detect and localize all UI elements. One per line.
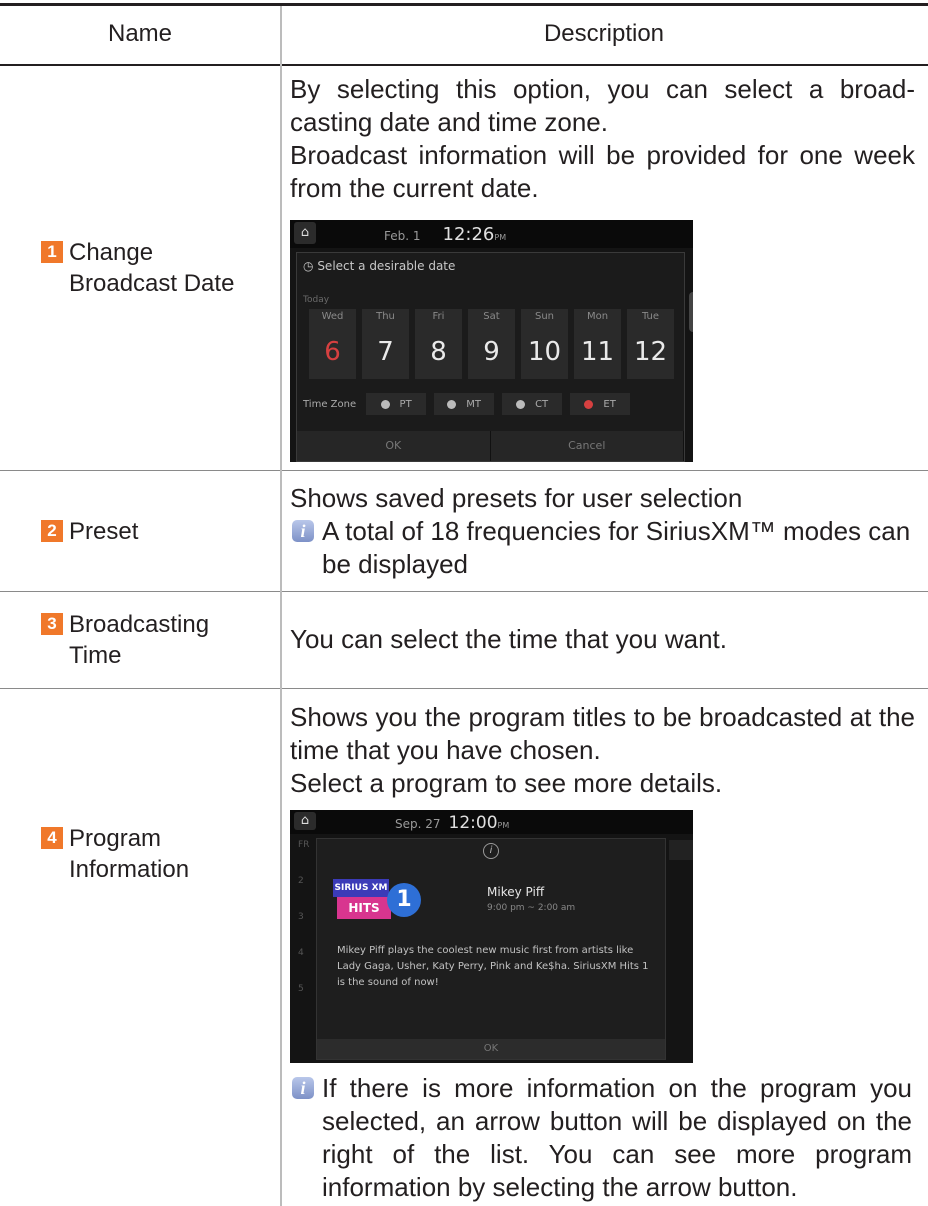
- date-dialog: ◷ Select a desirable date Today Wed 6 Thu…: [296, 252, 685, 462]
- row-4-description: Shows you the program titles to be broad…: [290, 701, 915, 800]
- table-top-rule: [0, 3, 928, 6]
- day-option-sat[interactable]: Sat 9: [468, 309, 515, 379]
- row-2-name-line-1: Preset: [69, 517, 139, 545]
- header-description: Description: [543, 20, 665, 47]
- row-2-paragraph-1: Shows saved presets for user selection: [290, 483, 743, 513]
- program-time: 9:00 pm ~ 2:00 am: [487, 903, 576, 913]
- home-icon[interactable]: ⌂: [294, 222, 316, 244]
- scrollbar[interactable]: [689, 292, 693, 332]
- channel-logo: SIRIUS XM HITS 1: [331, 879, 423, 923]
- day-option-fri[interactable]: Fri 8: [415, 309, 462, 379]
- row-2-note: i A total of 18 frequencies for SiriusXM…: [290, 515, 915, 581]
- status-clock: Sep. 27 12:00PM: [395, 813, 510, 833]
- radio-selected-icon: [584, 399, 594, 409]
- info-table: Name Description 1 Change Broadcast Date…: [0, 0, 928, 1206]
- time-zone-label: Time Zone: [303, 398, 357, 410]
- number-badge-4: 4: [41, 827, 63, 849]
- day-option-mon[interactable]: Mon 11: [574, 309, 621, 379]
- row-2-name: 2 Preset: [0, 471, 280, 591]
- radio-icon: [516, 399, 526, 409]
- program-info-dialog: i SIRIUS XM HITS 1 Mikey Piff 9:00 pm ~ …: [316, 838, 666, 1060]
- row-3-paragraph-1: You can select the time that you want.: [290, 624, 727, 654]
- status-bar: ⌂ Sep. 27 12:00PM: [290, 810, 693, 834]
- status-bar: ⌂ Feb. 1 12:26PM: [290, 220, 693, 248]
- date-select-screenshot: ⌂ Feb. 1 12:26PM ◷ Select a desirable dat…: [290, 220, 693, 462]
- row-1-paragraph-1: By selecting this option, you can select…: [290, 74, 915, 137]
- row-1-name-line-2: Broadcast Date: [69, 269, 235, 297]
- row-4-paragraph-2: Select a program to see more details.: [290, 768, 723, 798]
- number-badge-2: 2: [41, 519, 63, 542]
- side-label: 2: [298, 876, 304, 886]
- row-1-name: 1 Change Broadcast Date: [0, 65, 280, 470]
- day-list: Wed 6 Thu 7 Fri 8 Sat 9 Sun 10 Mon 11 Tue 12: [309, 309, 680, 379]
- day-option-thu[interactable]: Thu 7: [362, 309, 409, 379]
- home-icon[interactable]: ⌂: [294, 812, 316, 830]
- info-icon: i: [292, 520, 314, 542]
- row-3-name: 3 Broadcasting Time: [0, 592, 280, 688]
- row-4-name-line-1: Program: [69, 825, 162, 852]
- row-3-name-line-2: Time: [69, 642, 122, 669]
- time-zone-ct[interactable]: CT: [502, 393, 563, 415]
- side-label: FR: [298, 840, 310, 850]
- number-badge-1: 1: [41, 240, 63, 263]
- row-4-paragraph-1: Shows you the program titles to be broad…: [290, 702, 915, 765]
- time-zone-et[interactable]: ET: [570, 393, 631, 415]
- info-icon: i: [292, 1077, 314, 1099]
- row-4-name-line-2: Information: [69, 856, 190, 883]
- ok-button[interactable]: OK: [317, 1039, 665, 1059]
- ok-button[interactable]: OK: [297, 431, 491, 461]
- cancel-button[interactable]: Cancel: [490, 431, 684, 461]
- header-name: Name: [107, 20, 173, 47]
- row-2-note-text: A total of 18 frequencies for SiriusXM™ …: [322, 516, 911, 579]
- day-option-tue[interactable]: Tue 12: [627, 309, 674, 379]
- day-option-sun[interactable]: Sun 10: [521, 309, 568, 379]
- row-1-description: By selecting this option, you can select…: [290, 73, 915, 205]
- clock-icon: ◷: [303, 259, 314, 273]
- row-4-name: 4 Program Information: [0, 689, 280, 1019]
- today-label: Today: [303, 295, 330, 305]
- time-zone-mt[interactable]: MT: [434, 393, 495, 415]
- side-label: 4: [298, 948, 304, 958]
- radio-icon: [380, 399, 390, 409]
- back-icon[interactable]: [669, 840, 693, 860]
- side-label: 3: [298, 912, 304, 922]
- row-3-name-line-1: Broadcasting: [69, 611, 210, 638]
- program-title: Mikey Piff: [487, 885, 545, 899]
- row-1-paragraph-2: Broadcast information will be provided f…: [290, 140, 915, 203]
- time-zone-pt[interactable]: PT: [366, 393, 427, 415]
- row-3-description: You can select the time that you want.: [290, 623, 915, 656]
- row-2-description: Shows saved presets for user selection i…: [290, 482, 915, 581]
- day-option-wed[interactable]: Wed 6: [309, 309, 356, 379]
- column-divider: [280, 6, 282, 1206]
- number-badge-3: 3: [41, 613, 63, 635]
- row-1-name-line-1: Change: [69, 238, 154, 266]
- preset-list-side: FR 2 3 4 5: [298, 840, 316, 1060]
- radio-icon: [447, 399, 457, 409]
- row-4-note: i If there is more information on the pr…: [290, 1072, 915, 1204]
- status-clock: Feb. 1 12:26PM: [384, 224, 507, 245]
- program-description: Mikey Piff plays the coolest new music f…: [337, 945, 649, 988]
- dialog-buttons: OK Cancel: [297, 431, 684, 461]
- time-zone-row: Time Zone PT MT CT ET: [303, 393, 638, 415]
- info-icon: i: [483, 843, 499, 859]
- dialog-title: ◷ Select a desirable date: [303, 259, 456, 273]
- program-info-screenshot: ⌂ Sep. 27 12:00PM FR 2 3 4 5 i SIRIUS XM …: [290, 810, 693, 1063]
- row-4-note-text: If there is more information on the prog…: [322, 1073, 912, 1202]
- side-label: 5: [298, 984, 304, 994]
